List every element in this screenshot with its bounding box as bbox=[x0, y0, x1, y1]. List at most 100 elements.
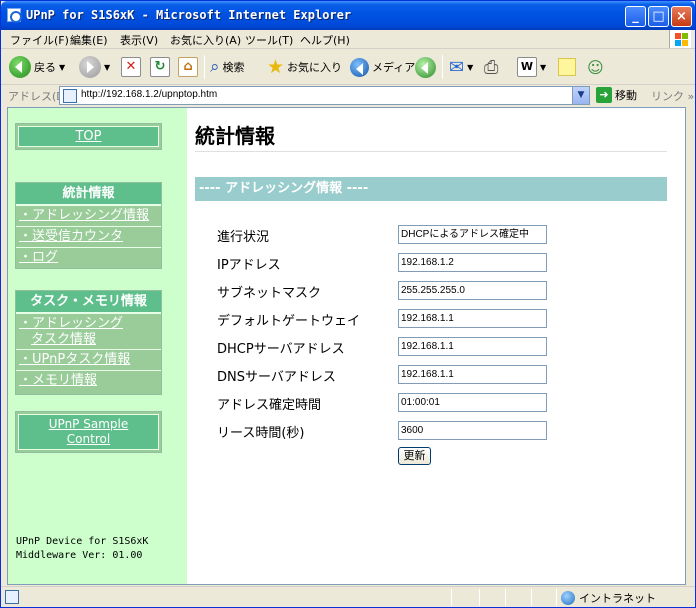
chevron-down-icon: ▼ bbox=[59, 62, 66, 72]
chevron-down-icon: ▼ bbox=[467, 62, 474, 72]
toolbar: 戻る ▼ ▼ ✕ ↻ ⌂ ⌕ 検索 ★ お気に入り メディア ✉ ▼ ⎙ W ▼… bbox=[1, 49, 695, 85]
dhcp-server-row: DHCPサーバアドレス 192.168.1.1 bbox=[217, 337, 657, 357]
section-header: ---- アドレッシング情報 ---- bbox=[195, 177, 667, 201]
history-button[interactable] bbox=[415, 55, 436, 79]
window-title: UPnP for S1S6xK - Microsoft Internet Exp… bbox=[26, 8, 352, 22]
close-button[interactable]: × bbox=[671, 6, 692, 27]
stats-header: 統計情報 bbox=[16, 183, 161, 205]
address-input[interactable]: http://192.168.1.2/upnptop.htm ▼ bbox=[59, 86, 590, 105]
upnp-sample-link[interactable]: UPnP Sample bbox=[49, 417, 128, 431]
browser-window: UPnP for S1S6xK - Microsoft Internet Exp… bbox=[0, 0, 696, 608]
subnet-mask-field[interactable]: 255.255.255.0 bbox=[398, 281, 547, 300]
address-bar: アドレス(D) http://192.168.1.2/upnptop.htm ▼… bbox=[1, 85, 695, 106]
device-info: UPnP Device for S1S6xK Middleware Ver: 0… bbox=[16, 536, 149, 561]
scrollbar[interactable] bbox=[686, 107, 694, 585]
title-bar[interactable]: UPnP for S1S6xK - Microsoft Internet Exp… bbox=[1, 1, 695, 30]
history-icon bbox=[415, 56, 436, 78]
back-arrow-icon bbox=[9, 56, 31, 78]
media-button[interactable]: メディア bbox=[350, 55, 415, 79]
security-zone: イントラネット bbox=[561, 590, 656, 606]
menu-bar: ファイル(F) 編集(E) 表示(V) お気に入り(A) ツール(T) ヘルプ(… bbox=[1, 30, 695, 49]
ip-address-row: IPアドレス 192.168.1.2 bbox=[217, 253, 657, 273]
main-content: 統計情報 ---- アドレッシング情報 ---- 進行状況 DHCPによるアドレ… bbox=[187, 108, 685, 584]
page-title: 統計情報 bbox=[195, 124, 275, 148]
print-button[interactable]: ⎙ bbox=[484, 55, 498, 79]
addressing-task-link[interactable]: ・アドレッシング bbox=[19, 316, 123, 331]
lease-time-row: リース時間(秒) 3600 bbox=[217, 421, 657, 441]
messenger-button[interactable]: ☺ bbox=[587, 55, 604, 79]
refresh-icon: ↻ bbox=[150, 57, 170, 77]
address-time-field[interactable]: 01:00:01 bbox=[398, 393, 547, 412]
chevron-down-icon: ▼ bbox=[540, 62, 547, 72]
mail-icon: ✉ bbox=[449, 56, 465, 78]
address-url: http://192.168.1.2/upnptop.htm bbox=[81, 89, 218, 100]
links-button[interactable]: リンク » bbox=[651, 88, 694, 104]
windows-logo-icon bbox=[669, 30, 691, 48]
menu-help[interactable]: ヘルプ(H) bbox=[300, 32, 350, 48]
top-nav-box: TOP bbox=[15, 123, 162, 150]
globe-icon bbox=[561, 591, 575, 605]
dhcp-server-field[interactable]: 192.168.1.1 bbox=[398, 337, 547, 356]
task-header: タスク・メモリ情報 bbox=[16, 291, 161, 313]
stats-nav-box: 統計情報 ・アドレッシング情報 ・送受信カウンタ ・ログ bbox=[15, 182, 162, 269]
stop-icon: ✕ bbox=[121, 57, 141, 77]
search-icon: ⌕ bbox=[210, 57, 220, 77]
task-nav-box: タスク・メモリ情報 ・アドレッシング タスク情報 ・UPnPタスク情報 ・メモリ… bbox=[15, 290, 162, 395]
star-icon: ★ bbox=[267, 56, 285, 78]
ie-icon bbox=[7, 8, 22, 23]
forward-arrow-icon bbox=[79, 56, 101, 78]
tx-rx-counter-link[interactable]: ・送受信カウンタ bbox=[19, 229, 123, 244]
memory-info-link[interactable]: ・メモリ情報 bbox=[19, 373, 97, 388]
page-icon bbox=[63, 89, 77, 103]
menu-view[interactable]: 表示(V) bbox=[120, 32, 158, 48]
ip-address-field[interactable]: 192.168.1.2 bbox=[398, 253, 547, 272]
favorites-button[interactable]: ★ お気に入り bbox=[267, 55, 342, 79]
back-button[interactable]: 戻る ▼ bbox=[9, 55, 65, 79]
addressing-task-link-line2[interactable]: タスク情報 bbox=[19, 332, 96, 347]
discuss-button[interactable] bbox=[558, 55, 576, 79]
title-divider bbox=[195, 151, 667, 152]
default-gateway-row: デフォルトゲートウェイ 192.168.1.1 bbox=[217, 309, 657, 329]
mail-button[interactable]: ✉ ▼ bbox=[449, 55, 473, 79]
chevron-down-icon[interactable]: ▼ bbox=[572, 87, 589, 104]
stop-button[interactable]: ✕ bbox=[121, 55, 141, 79]
maximize-button[interactable]: □ bbox=[648, 6, 669, 27]
menu-favorites[interactable]: お気に入り(A) bbox=[170, 32, 241, 48]
status-bar: イントラネット bbox=[1, 586, 695, 607]
menu-edit[interactable]: 編集(E) bbox=[70, 32, 108, 48]
update-button[interactable]: 更新 bbox=[398, 447, 431, 465]
status-field[interactable]: DHCPによるアドレス確定中 bbox=[398, 225, 547, 244]
default-gateway-field[interactable]: 192.168.1.1 bbox=[398, 309, 547, 328]
log-link[interactable]: ・ログ bbox=[19, 250, 58, 265]
dns-server-field[interactable]: 192.168.1.1 bbox=[398, 365, 547, 384]
print-icon: ⎙ bbox=[484, 56, 499, 78]
refresh-button[interactable]: ↻ bbox=[150, 55, 170, 79]
minimize-button[interactable]: _ bbox=[625, 6, 646, 27]
dns-server-row: DNSサーバアドレス 192.168.1.1 bbox=[217, 365, 657, 385]
menu-file[interactable]: ファイル(F) bbox=[10, 32, 69, 48]
top-link[interactable]: TOP bbox=[75, 129, 101, 144]
home-icon: ⌂ bbox=[178, 57, 198, 77]
forward-button[interactable]: ▼ bbox=[79, 55, 110, 79]
messenger-icon: ☺ bbox=[587, 57, 604, 77]
sidebar: TOP 統計情報 ・アドレッシング情報 ・送受信カウンタ ・ログ タスク・メモリ… bbox=[8, 108, 187, 584]
go-arrow-icon: ➜ bbox=[596, 87, 612, 103]
chevron-down-icon: ▼ bbox=[104, 62, 111, 72]
edit-button[interactable]: W ▼ bbox=[517, 55, 546, 79]
upnp-task-link[interactable]: ・UPnPタスク情報 bbox=[19, 352, 130, 367]
subnet-mask-row: サブネットマスク 255.255.255.0 bbox=[217, 281, 657, 301]
lease-time-field[interactable]: 3600 bbox=[398, 421, 547, 440]
sample-nav-box: UPnP Sample Control bbox=[15, 411, 162, 453]
media-icon bbox=[350, 57, 369, 77]
home-button[interactable]: ⌂ bbox=[178, 55, 198, 79]
status-row: 進行状況 DHCPによるアドレス確定中 bbox=[217, 225, 657, 245]
go-button[interactable]: ➜ 移動 bbox=[596, 87, 637, 103]
page-status-icon bbox=[5, 590, 19, 604]
page-viewport: TOP 統計情報 ・アドレッシング情報 ・送受信カウンタ ・ログ タスク・メモリ… bbox=[7, 107, 686, 585]
upnp-control-link[interactable]: Control bbox=[67, 432, 110, 446]
word-icon: W bbox=[517, 57, 537, 77]
addressing-info-link[interactable]: ・アドレッシング情報 bbox=[19, 208, 149, 223]
menu-tools[interactable]: ツール(T) bbox=[245, 32, 293, 48]
note-icon bbox=[558, 58, 576, 76]
search-button[interactable]: ⌕ 検索 bbox=[210, 55, 245, 79]
